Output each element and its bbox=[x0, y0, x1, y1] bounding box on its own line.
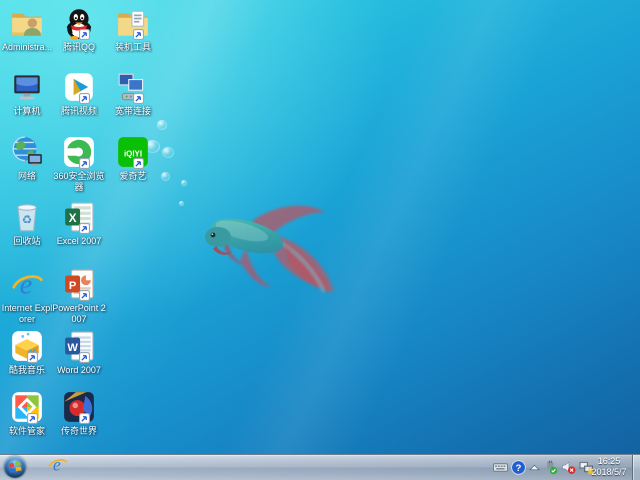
system-tray: ? bbox=[493, 455, 594, 480]
safely-remove-icon bbox=[543, 460, 558, 475]
icon-label: 装机工具 bbox=[106, 42, 160, 53]
shortcut-arrow-icon bbox=[27, 352, 38, 363]
icon-label: 酷我音乐 bbox=[0, 365, 54, 376]
windows7-desktop: Administra...腾讯QQ装机工具计算机腾讯视频宽带连接网络360安全浏… bbox=[0, 0, 640, 480]
taskbar-internet-explorer-button[interactable]: e bbox=[42, 455, 72, 479]
shortcut-arrow-icon bbox=[79, 158, 90, 169]
desktop-icon-broadband-connection[interactable]: 宽带连接 bbox=[106, 70, 160, 117]
recycle-bin-icon: ♻ bbox=[10, 200, 44, 234]
bubble-icon bbox=[161, 172, 170, 181]
icon-label: 360安全浏览器 bbox=[52, 171, 106, 193]
taskbar: e ? 16:25 2018/5/7 bbox=[0, 454, 640, 480]
icon-label: 网络 bbox=[0, 171, 54, 182]
clock-time: 16:25 bbox=[587, 456, 631, 467]
icon-label: 软件管家 bbox=[0, 426, 54, 437]
shortcut-arrow-icon bbox=[133, 93, 144, 104]
shortcut-arrow-icon bbox=[79, 93, 90, 104]
icon-label: 腾讯视频 bbox=[52, 106, 106, 117]
tray-volume-muted-button[interactable] bbox=[561, 460, 576, 475]
shortcut-arrow-icon bbox=[79, 223, 90, 234]
computer-monitor-icon bbox=[10, 70, 44, 104]
bubble-icon bbox=[179, 201, 184, 206]
icon-label: 回收站 bbox=[0, 236, 54, 247]
icon-label: Internet Explorer bbox=[0, 303, 54, 325]
desktop-icon-word-2007[interactable]: W Word 2007 bbox=[52, 329, 106, 376]
desktop-icon-software-manager[interactable]: 软件管家 bbox=[0, 390, 54, 437]
shortcut-arrow-icon bbox=[79, 290, 90, 301]
icon-label: 计算机 bbox=[0, 106, 54, 117]
icon-label: Word 2007 bbox=[52, 365, 106, 376]
desktop-icon-excel-2007[interactable]: X Excel 2007 bbox=[52, 200, 106, 247]
shortcut-arrow-icon bbox=[79, 352, 90, 363]
svg-text:e: e bbox=[20, 269, 33, 301]
show-desktop-button[interactable] bbox=[632, 455, 640, 480]
keyboard-icon bbox=[493, 460, 508, 475]
desktop-icon-360-safe-browser[interactable]: 360安全浏览器 bbox=[52, 135, 106, 193]
desktop-icon-network[interactable]: 网络 bbox=[0, 135, 54, 182]
svg-text:X: X bbox=[69, 212, 77, 225]
windows-orb-icon bbox=[6, 458, 24, 476]
desktop-icon-kuwo-music[interactable]: K酷我音乐 bbox=[0, 329, 54, 376]
shortcut-arrow-icon bbox=[27, 413, 38, 424]
clock-date: 2018/5/7 bbox=[587, 467, 631, 478]
icon-label: 传奇世界 bbox=[52, 426, 106, 437]
shortcut-arrow-icon bbox=[133, 158, 144, 169]
svg-text:W: W bbox=[67, 342, 78, 354]
desktop-icon-computer[interactable]: 计算机 bbox=[0, 70, 54, 117]
desktop-icon-tencent-qq[interactable]: 腾讯QQ bbox=[52, 6, 106, 53]
icon-label: 爱奇艺 bbox=[106, 171, 160, 182]
icon-label: Excel 2007 bbox=[52, 236, 106, 247]
svg-text:?: ? bbox=[516, 463, 522, 474]
betta-fish-image bbox=[192, 191, 344, 311]
desktop-icon-administrator[interactable]: Administra... bbox=[0, 6, 54, 53]
icon-label: PowerPoint 2007 bbox=[52, 303, 106, 325]
desktop-icon-legend-world[interactable]: 传奇世界 bbox=[52, 390, 106, 437]
desktop-icon-recycle-bin[interactable]: ♻ 回收站 bbox=[0, 200, 54, 247]
desktop-icon-internet-explorer[interactable]: eInternet Explorer bbox=[0, 267, 54, 325]
shortcut-arrow-icon bbox=[79, 29, 90, 40]
svg-text:iQIYI: iQIYI bbox=[124, 149, 142, 158]
bubble-icon bbox=[181, 180, 187, 186]
shortcut-arrow-icon bbox=[79, 413, 90, 424]
desktop-icon-iqiyi[interactable]: iQIYI 爱奇艺 bbox=[106, 135, 160, 182]
bubble-icon bbox=[157, 120, 167, 130]
tray-input-keyboard-button[interactable] bbox=[493, 460, 508, 475]
volume-muted-icon bbox=[561, 460, 576, 475]
shortcut-arrow-icon bbox=[133, 29, 144, 40]
icon-label: 宽带连接 bbox=[106, 106, 160, 117]
icon-label: 腾讯QQ bbox=[52, 42, 106, 53]
start-button[interactable] bbox=[4, 456, 26, 478]
ie-logo-icon: e bbox=[47, 454, 68, 480]
desktop-icon-tencent-video[interactable]: 腾讯视频 bbox=[52, 70, 106, 117]
tray-help-indicator-button[interactable]: ? bbox=[511, 460, 526, 475]
svg-text:e: e bbox=[52, 454, 60, 474]
bubble-icon bbox=[162, 147, 174, 158]
desktop-icon-powerpoint-2007[interactable]: P PowerPoint 2007 bbox=[52, 267, 106, 325]
svg-text:♻: ♻ bbox=[22, 213, 32, 226]
desktop-icon-install-tools[interactable]: 装机工具 bbox=[106, 6, 160, 53]
tray-safely-remove-hardware-button[interactable] bbox=[543, 460, 558, 475]
svg-text:P: P bbox=[69, 280, 77, 292]
ie-logo-icon: e bbox=[10, 267, 44, 301]
tray-show-hidden-icons-button[interactable] bbox=[529, 460, 540, 475]
folder-user-icon bbox=[10, 6, 44, 40]
help-circle-icon: ? bbox=[511, 460, 526, 475]
taskbar-clock[interactable]: 16:25 2018/5/7 bbox=[587, 456, 631, 479]
chevron-up-icon bbox=[527, 460, 542, 475]
network-globe-icon bbox=[10, 135, 44, 169]
icon-label: Administra... bbox=[0, 42, 54, 53]
